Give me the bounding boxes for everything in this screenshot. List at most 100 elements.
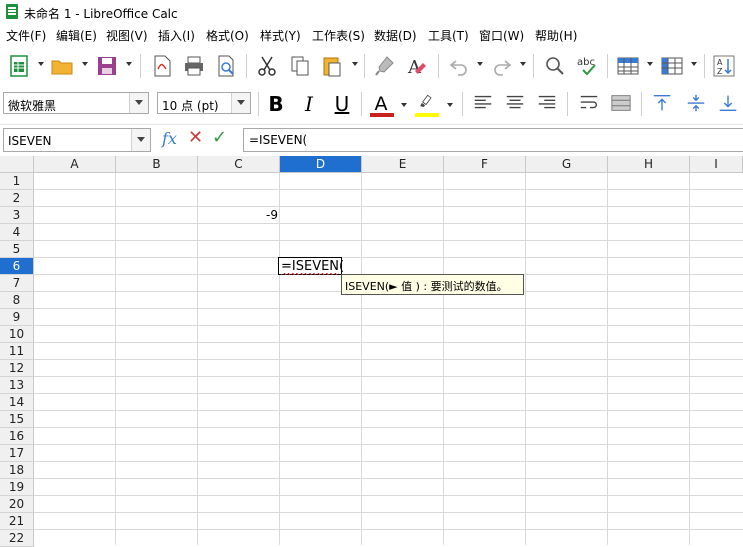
row-header[interactable]: 20 [0,496,34,513]
font-name-combo[interactable]: 微软雅黑 [3,92,149,114]
column-header-g[interactable]: G [526,156,608,173]
row-header[interactable]: 5 [0,241,34,258]
formula-input[interactable]: =ISEVEN( [243,128,743,152]
redo-icon[interactable] [490,54,514,78]
find-replace-icon[interactable] [543,54,567,78]
row-header[interactable]: 1 [0,173,34,190]
sort-ascending-icon[interactable]: AZ [712,54,736,78]
chevron-down-icon[interactable] [129,93,148,113]
row-header[interactable]: 16 [0,428,34,445]
row-header[interactable]: 22 [0,530,34,547]
menu-data[interactable]: 数据(D) [374,27,417,44]
font-color-button[interactable]: A [369,92,394,117]
align-left-button[interactable] [471,92,495,116]
font-color-dropdown-arrow[interactable] [401,103,407,107]
menu-tools[interactable]: 工具(T) [428,27,469,44]
align-bottom-button[interactable] [716,92,740,116]
cell-c3-value[interactable]: -9 [266,208,278,222]
align-top-button[interactable] [650,92,674,116]
save-icon[interactable] [95,54,119,78]
save-dropdown-arrow[interactable] [126,62,132,66]
font-size-combo[interactable]: 10 点 (pt) [157,92,251,114]
spelling-icon[interactable]: abc [576,54,600,78]
new-dropdown-arrow[interactable] [38,62,44,66]
cell-d6-editor[interactable]: =ISEVEN( [278,257,344,275]
column-header-c[interactable]: C [198,156,280,173]
row-header[interactable]: 3 [0,207,34,224]
row-header[interactable]: 14 [0,394,34,411]
column-header-h[interactable]: H [608,156,690,173]
undo-icon[interactable] [447,54,471,78]
column-header-d[interactable]: D [280,156,362,173]
row-header[interactable]: 10 [0,326,34,343]
print-icon[interactable] [182,54,206,78]
row-header[interactable]: 18 [0,462,34,479]
menu-window[interactable]: 窗口(W) [479,27,524,44]
select-all-corner[interactable] [0,156,34,173]
align-center-button[interactable] [503,92,527,116]
menu-view[interactable]: 视图(V) [106,27,148,44]
menu-edit[interactable]: 编辑(E) [56,27,97,44]
row-header[interactable]: 13 [0,377,34,394]
clone-formatting-icon[interactable] [373,54,397,78]
row-header[interactable]: 21 [0,513,34,530]
toolbar-separator [567,92,568,116]
merge-cells-button[interactable] [609,92,633,116]
menu-styles[interactable]: 样式(Y) [260,27,301,44]
menu-sheet[interactable]: 工作表(S) [312,27,365,44]
row-header[interactable]: 17 [0,445,34,462]
open-dropdown-arrow[interactable] [82,62,88,66]
copy-icon[interactable] [288,54,312,78]
row-icon[interactable] [616,54,640,78]
column-dropdown-arrow[interactable] [691,62,697,66]
redo-dropdown-arrow[interactable] [520,62,526,66]
underline-button[interactable]: U [330,92,354,116]
menu-bar: 文件(F) 编辑(E) 视图(V) 插入(I) 格式(O) 样式(Y) 工作表(… [0,24,743,46]
row-header[interactable]: 15 [0,411,34,428]
new-document-icon[interactable] [8,54,32,78]
chevron-down-icon[interactable] [131,129,150,151]
cell-area[interactable] [34,173,743,545]
menu-format[interactable]: 格式(O) [206,27,249,44]
calc-app-icon [6,4,18,19]
accept-icon[interactable]: ✓ [212,127,227,148]
row-header[interactable]: 9 [0,309,34,326]
menu-help[interactable]: 帮助(H) [535,27,577,44]
column-header-f[interactable]: F [444,156,526,173]
align-right-button[interactable] [535,92,559,116]
italic-button[interactable]: I [297,92,321,116]
export-pdf-icon[interactable] [150,54,174,78]
undo-dropdown-arrow[interactable] [477,62,483,66]
row-header[interactable]: 8 [0,292,34,309]
menu-file[interactable]: 文件(F) [6,27,46,44]
paste-icon[interactable] [320,54,344,78]
name-box[interactable]: ISEVEN [3,128,151,152]
function-wizard-icon[interactable]: fx [162,129,177,148]
row-header[interactable]: 11 [0,343,34,360]
row-header[interactable]: 7 [0,275,34,292]
column-icon[interactable] [660,54,684,78]
column-header-a[interactable]: A [34,156,116,173]
column-header-i[interactable]: I [690,156,743,173]
menu-insert[interactable]: 插入(I) [158,27,195,44]
column-header-e[interactable]: E [362,156,444,173]
wrap-text-button[interactable] [577,92,601,116]
column-header-b[interactable]: B [116,156,198,173]
paste-dropdown-arrow[interactable] [352,62,358,66]
row-header[interactable]: 4 [0,224,34,241]
row-header[interactable]: 12 [0,360,34,377]
cut-icon[interactable] [255,54,279,78]
clear-formatting-icon[interactable]: A [405,54,429,78]
cancel-icon[interactable]: ✕ [188,127,203,148]
chevron-down-icon[interactable] [231,93,250,113]
row-header-selected[interactable]: 6 [0,258,34,275]
row-header[interactable]: 2 [0,190,34,207]
row-header[interactable]: 19 [0,479,34,496]
row-dropdown-arrow[interactable] [647,62,653,66]
print-preview-icon[interactable] [214,54,238,78]
open-folder-icon[interactable] [50,54,74,78]
highlight-color-button[interactable] [414,92,439,117]
center-vertically-button[interactable] [684,92,708,116]
bold-button[interactable]: B [264,92,288,116]
highlight-dropdown-arrow[interactable] [447,103,453,107]
